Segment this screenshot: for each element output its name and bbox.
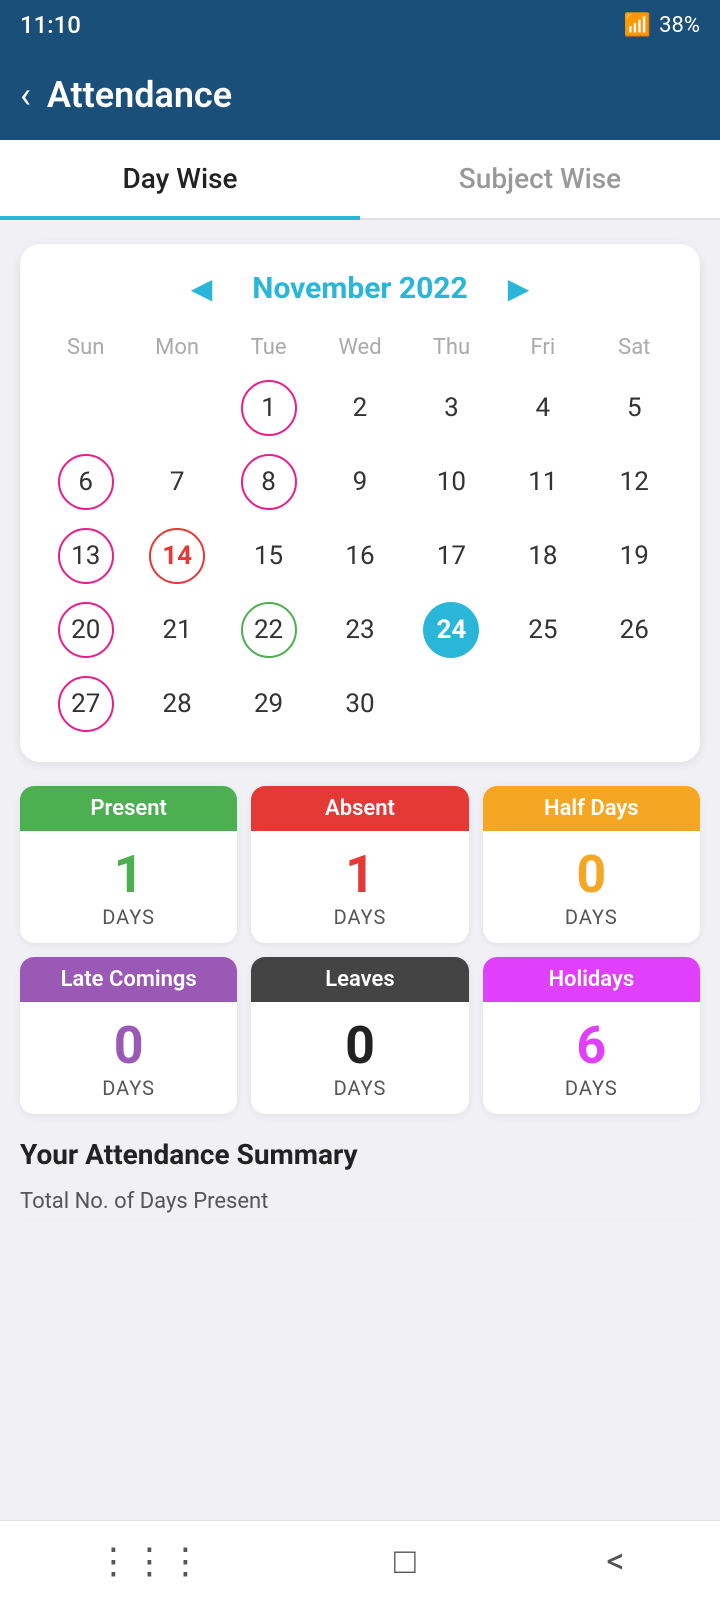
calendar-day[interactable]: 14 bbox=[131, 522, 222, 590]
calendar-day[interactable]: 7 bbox=[131, 448, 222, 516]
calendar-day bbox=[131, 374, 222, 442]
stat-label-leaves: Leaves bbox=[251, 957, 468, 1002]
calendar-day[interactable]: 13 bbox=[40, 522, 131, 590]
tab-subject-wise[interactable]: Subject Wise bbox=[360, 140, 720, 220]
tab-day-wise[interactable]: Day Wise bbox=[0, 140, 360, 220]
calendar-day[interactable]: 6 bbox=[40, 448, 131, 516]
calendar-days: 1234567891011121314151617181920212223242… bbox=[40, 374, 680, 738]
weekday-mon: Mon bbox=[131, 329, 222, 366]
calendar-day[interactable]: 3 bbox=[406, 374, 497, 442]
stat-value-area-present: 1 DAYS bbox=[20, 831, 237, 943]
summary-item: Total No. of Days Present bbox=[20, 1183, 700, 1221]
stat-value-area-half-days: 0 DAYS bbox=[483, 831, 700, 943]
calendar-grid: Sun Mon Tue Wed Thu Fri Sat 123456789101… bbox=[40, 329, 680, 738]
calendar-day[interactable]: 24 bbox=[406, 596, 497, 664]
status-right: 📶 38% bbox=[624, 13, 700, 38]
calendar-day bbox=[589, 670, 680, 738]
calendar-day[interactable]: 22 bbox=[223, 596, 314, 664]
calendar-day bbox=[406, 670, 497, 738]
calendar-day[interactable]: 11 bbox=[497, 448, 588, 516]
stat-number-present: 1 bbox=[30, 849, 227, 901]
stat-card-leaves: Leaves 0 DAYS bbox=[251, 957, 468, 1114]
calendar-day[interactable]: 30 bbox=[314, 670, 405, 738]
calendar-day[interactable]: 1 bbox=[223, 374, 314, 442]
calendar-day[interactable]: 28 bbox=[131, 670, 222, 738]
wifi-icon: 📶 bbox=[624, 13, 651, 38]
calendar-day[interactable]: 10 bbox=[406, 448, 497, 516]
stats-grid: Present1DAYSAbsent1DAYSHalf Days0DAYSLat… bbox=[20, 786, 700, 1114]
calendar-day[interactable]: 5 bbox=[589, 374, 680, 442]
calendar-day[interactable]: 12 bbox=[589, 448, 680, 516]
weekday-sat: Sat bbox=[589, 329, 680, 366]
calendar-day[interactable]: 16 bbox=[314, 522, 405, 590]
weekday-tue: Tue bbox=[223, 329, 314, 366]
calendar-day[interactable]: 4 bbox=[497, 374, 588, 442]
stat-days-label-late-comings: DAYS bbox=[30, 1076, 227, 1100]
calendar-day[interactable]: 9 bbox=[314, 448, 405, 516]
nav-recent-icon[interactable]: ⋮⋮⋮ bbox=[95, 1540, 203, 1582]
stat-label-absent: Absent bbox=[251, 786, 468, 831]
nav-back-icon[interactable]: < bbox=[606, 1540, 624, 1582]
stat-card-present: Present 1 DAYS bbox=[20, 786, 237, 943]
tab-bar: Day Wise Subject Wise bbox=[0, 140, 720, 220]
stat-days-label-holidays: DAYS bbox=[493, 1076, 690, 1100]
stat-number-absent: 1 bbox=[261, 849, 458, 901]
calendar-day[interactable]: 20 bbox=[40, 596, 131, 664]
calendar-month-title: November 2022 bbox=[252, 271, 467, 306]
stat-label-holidays: Holidays bbox=[483, 957, 700, 1002]
weekday-thu: Thu bbox=[406, 329, 497, 366]
bottom-nav: ⋮⋮⋮ □ < bbox=[0, 1520, 720, 1600]
calendar-day[interactable]: 17 bbox=[406, 522, 497, 590]
calendar-prev-button[interactable]: ◀ bbox=[181, 268, 223, 309]
stat-days-label-present: DAYS bbox=[30, 905, 227, 929]
summary-title: Your Attendance Summary bbox=[20, 1138, 700, 1171]
header: ‹ Attendance bbox=[0, 50, 720, 140]
calendar-day[interactable]: 29 bbox=[223, 670, 314, 738]
calendar-header: ◀ November 2022 ▶ bbox=[40, 268, 680, 309]
weekday-wed: Wed bbox=[314, 329, 405, 366]
stat-value-area-holidays: 6 DAYS bbox=[483, 1002, 700, 1114]
stat-value-area-leaves: 0 DAYS bbox=[251, 1002, 468, 1114]
stat-card-absent: Absent 1 DAYS bbox=[251, 786, 468, 943]
calendar-day[interactable]: 18 bbox=[497, 522, 588, 590]
stat-label-present: Present bbox=[20, 786, 237, 831]
calendar-day[interactable]: 15 bbox=[223, 522, 314, 590]
stat-card-holidays: Holidays 6 DAYS bbox=[483, 957, 700, 1114]
calendar-day bbox=[497, 670, 588, 738]
stat-number-late-comings: 0 bbox=[30, 1020, 227, 1072]
calendar-day[interactable]: 21 bbox=[131, 596, 222, 664]
calendar-day[interactable]: 25 bbox=[497, 596, 588, 664]
back-icon[interactable]: ‹ bbox=[20, 74, 31, 116]
calendar-next-button[interactable]: ▶ bbox=[498, 268, 540, 309]
status-bar: 11:10 📶 38% bbox=[0, 0, 720, 50]
calendar-day[interactable]: 8 bbox=[223, 448, 314, 516]
calendar-weekdays: Sun Mon Tue Wed Thu Fri Sat bbox=[40, 329, 680, 366]
stat-number-holidays: 6 bbox=[493, 1020, 690, 1072]
stat-card-late-comings: Late Comings 0 DAYS bbox=[20, 957, 237, 1114]
status-time: 11:10 bbox=[20, 11, 81, 39]
calendar-day[interactable]: 2 bbox=[314, 374, 405, 442]
stat-number-half-days: 0 bbox=[493, 849, 690, 901]
weekday-fri: Fri bbox=[497, 329, 588, 366]
stat-days-label-absent: DAYS bbox=[261, 905, 458, 929]
calendar-card: ◀ November 2022 ▶ Sun Mon Tue Wed Thu Fr… bbox=[20, 244, 700, 762]
stat-label-half-days: Half Days bbox=[483, 786, 700, 831]
calendar-day[interactable]: 27 bbox=[40, 670, 131, 738]
battery-text: 38% bbox=[659, 13, 700, 38]
nav-home-icon[interactable]: □ bbox=[394, 1540, 416, 1582]
stat-card-half-days: Half Days 0 DAYS bbox=[483, 786, 700, 943]
weekday-sun: Sun bbox=[40, 329, 131, 366]
stat-value-area-late-comings: 0 DAYS bbox=[20, 1002, 237, 1114]
stat-days-label-half-days: DAYS bbox=[493, 905, 690, 929]
stat-value-area-absent: 1 DAYS bbox=[251, 831, 468, 943]
stat-label-late-comings: Late Comings bbox=[20, 957, 237, 1002]
stat-number-leaves: 0 bbox=[261, 1020, 458, 1072]
attendance-summary: Your Attendance Summary Total No. of Day… bbox=[20, 1138, 700, 1221]
calendar-day bbox=[40, 374, 131, 442]
page-title: Attendance bbox=[47, 74, 232, 116]
calendar-day[interactable]: 26 bbox=[589, 596, 680, 664]
calendar-day[interactable]: 19 bbox=[589, 522, 680, 590]
calendar-day[interactable]: 23 bbox=[314, 596, 405, 664]
stat-days-label-leaves: DAYS bbox=[261, 1076, 458, 1100]
